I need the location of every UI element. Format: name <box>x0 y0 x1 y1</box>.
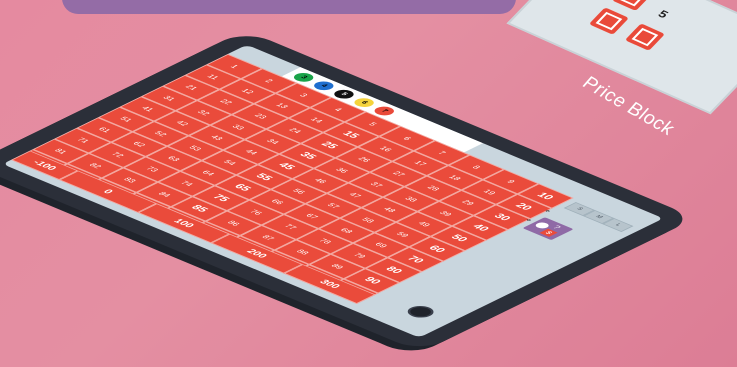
tablet-screen: 34567 1 2 3 4 5 6 7 8 9 10 11 12 13 14 15 16 17 18 19 20 21 2… <box>2 44 664 338</box>
tablet-scene: 34567 1 2 3 4 5 6 7 8 9 10 11 12 13 14 15 16 17 18 19 20 21 2… <box>0 0 737 367</box>
question-icon: ? <box>550 224 563 231</box>
tablet: 34567 1 2 3 4 5 6 7 8 9 10 11 12 13 14 15 16 17 18 19 20 21 2… <box>0 30 697 353</box>
home-button[interactable] <box>402 303 439 320</box>
